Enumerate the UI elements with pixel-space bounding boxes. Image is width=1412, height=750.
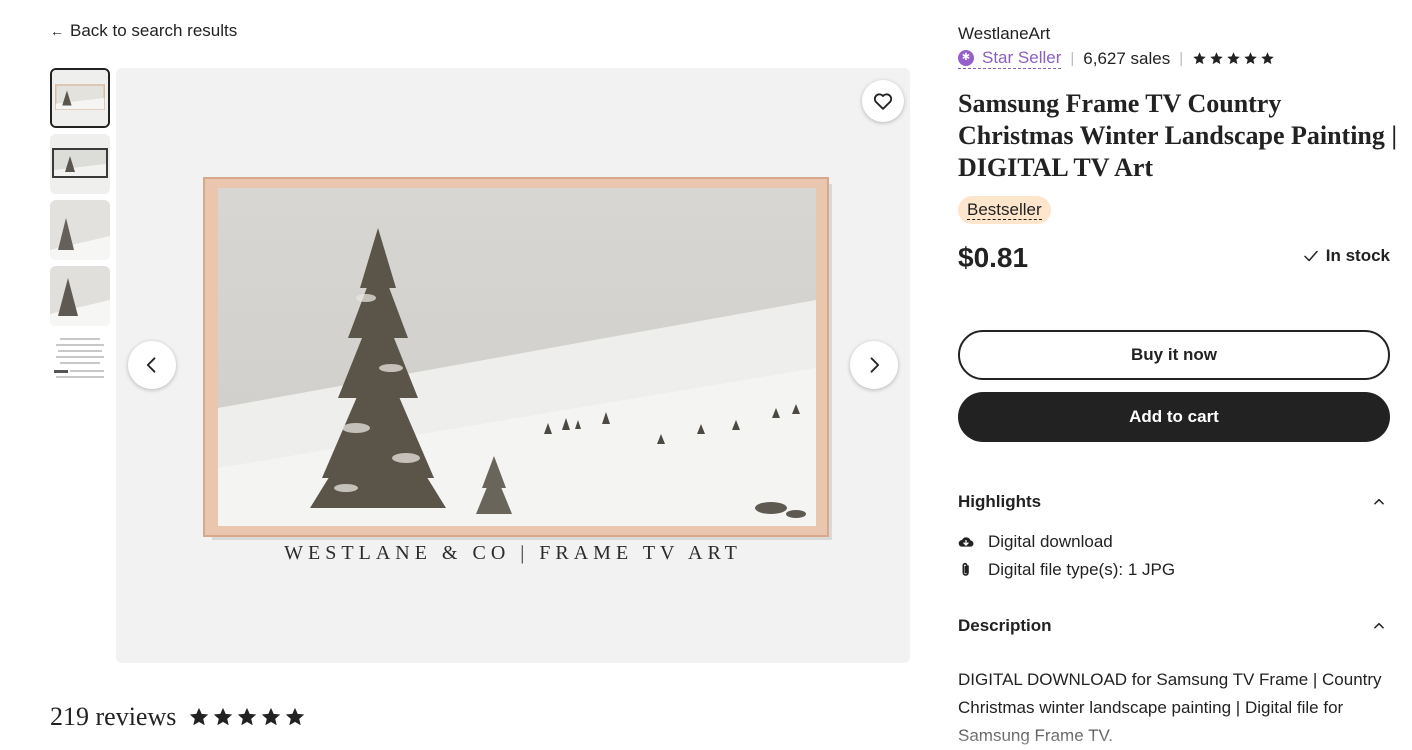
- heart-icon: [873, 93, 893, 110]
- reviews-rating-stars: [188, 706, 306, 728]
- arrow-left-icon: ←: [50, 23, 64, 39]
- star-icon: [286, 707, 305, 726]
- thumbnail-3[interactable]: [50, 200, 110, 260]
- main-product-image: WESTLANE & CO | FRAME TV ART: [116, 68, 910, 663]
- star-seller-icon: ✱: [958, 50, 974, 66]
- highlights-heading: Highlights: [958, 492, 1042, 511]
- thumbnail-image: [50, 266, 110, 326]
- shop-rating-stars[interactable]: [1192, 51, 1275, 66]
- stock-status: In stock: [1302, 246, 1390, 266]
- back-to-search-link[interactable]: ← Back to search results: [50, 21, 237, 41]
- reviews-count: 219 reviews: [50, 702, 177, 731]
- buy-it-now-button[interactable]: Buy it now: [958, 330, 1390, 380]
- thumbnail-image: [50, 200, 110, 260]
- star-icon: [1244, 52, 1257, 65]
- next-image-button[interactable]: [850, 341, 898, 389]
- framed-painting-image: [203, 177, 832, 540]
- star-icon: [262, 707, 281, 726]
- description-fade: [958, 714, 1390, 750]
- highlight-label: Digital download: [988, 532, 1113, 551]
- chevron-left-icon: [146, 357, 156, 373]
- description-heading: Description: [958, 616, 1052, 635]
- thumbnail-image: [52, 70, 108, 126]
- previous-image-button[interactable]: [128, 341, 176, 389]
- star-icon: [1193, 52, 1206, 65]
- star-icon: [1261, 52, 1274, 65]
- thumbnail-strip: [50, 68, 110, 392]
- star-icon: [238, 707, 257, 726]
- reviews-summary: 219 reviews: [50, 702, 306, 732]
- back-link-label: Back to search results: [70, 21, 238, 40]
- brand-caption: WESTLANE & CO | FRAME TV ART: [284, 542, 742, 564]
- thumbnail-2[interactable]: [50, 134, 110, 194]
- product-price: $0.81: [958, 242, 1029, 273]
- star-seller-label: Star Seller: [982, 48, 1062, 67]
- thumbnail-1[interactable]: [50, 68, 110, 128]
- thumbnail-4[interactable]: [50, 266, 110, 326]
- cloud-download-icon: [958, 535, 974, 549]
- star-icon: [190, 707, 209, 726]
- star-icon: [214, 707, 233, 726]
- seller-info-row: ✱ Star Seller | 6,627 sales |: [958, 48, 1275, 69]
- sales-count: 6,627 sales: [1083, 48, 1171, 68]
- chevron-up-icon: [1374, 622, 1384, 629]
- stock-label: In stock: [1325, 246, 1390, 265]
- checkmark-icon: [1304, 250, 1318, 262]
- star-icon: [1210, 52, 1223, 65]
- bestseller-badge[interactable]: Bestseller: [958, 196, 1051, 224]
- highlights-toggle[interactable]: Highlights: [958, 492, 1390, 512]
- paperclip-icon: [958, 562, 974, 578]
- thumbnail-image: [50, 332, 110, 392]
- favorite-button[interactable]: [862, 80, 904, 122]
- star-seller-badge[interactable]: ✱ Star Seller: [958, 48, 1062, 69]
- thumbnail-image: [50, 134, 110, 194]
- chevron-up-icon: [1374, 498, 1384, 505]
- divider: |: [1179, 50, 1184, 67]
- highlight-item: Digital download: [958, 532, 1113, 552]
- star-icon: [1227, 52, 1240, 65]
- bestseller-label: Bestseller: [967, 200, 1042, 220]
- product-title: Samsung Frame TV Country Christmas Winte…: [958, 89, 1398, 182]
- add-to-cart-button[interactable]: Add to cart: [958, 392, 1390, 442]
- divider: |: [1070, 50, 1075, 67]
- shop-name-link[interactable]: WestlaneArt: [958, 24, 1050, 44]
- chevron-right-icon: [870, 357, 880, 373]
- highlight-label: Digital file type(s): 1 JPG: [988, 560, 1176, 579]
- thumbnail-5[interactable]: [50, 332, 110, 392]
- highlight-item: Digital file type(s): 1 JPG: [958, 560, 1175, 580]
- description-toggle[interactable]: Description: [958, 616, 1390, 636]
